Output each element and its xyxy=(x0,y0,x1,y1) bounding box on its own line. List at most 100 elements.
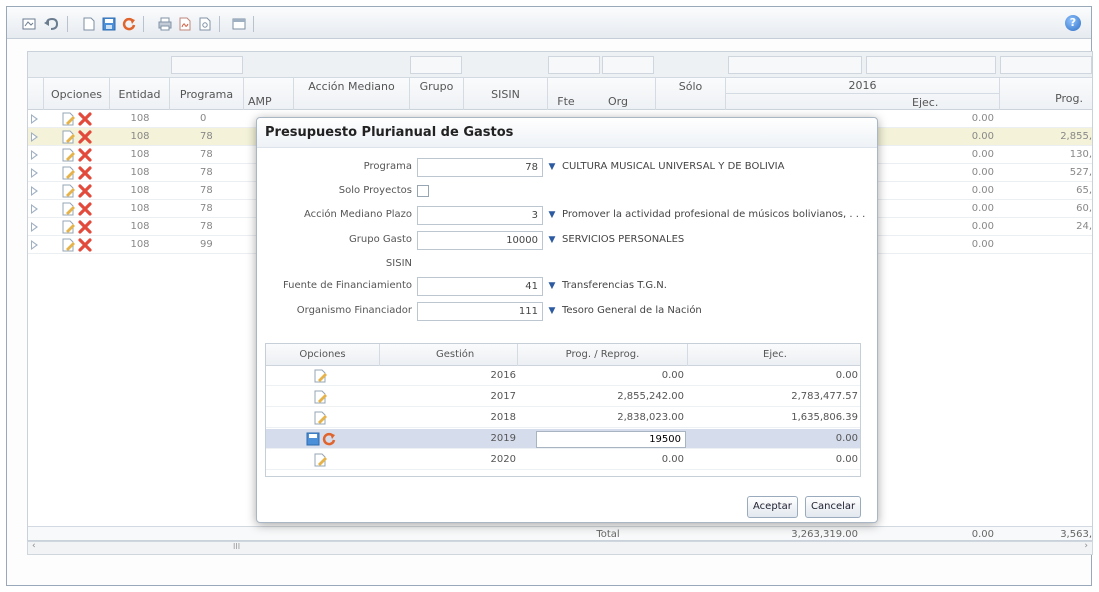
edit-icon[interactable] xyxy=(314,390,328,404)
accion-input[interactable] xyxy=(417,206,543,225)
header-gestion[interactable]: Gestión xyxy=(380,344,518,366)
edit-icon[interactable] xyxy=(62,130,76,144)
print-icon[interactable] xyxy=(157,16,173,31)
filter-2016[interactable] xyxy=(728,56,862,74)
header-prog-reprog[interactable]: Prog. / Reprog. xyxy=(518,344,688,366)
toolbar: ? xyxy=(7,7,1091,39)
header-amp[interactable]: AMP xyxy=(244,78,294,110)
header-accion[interactable]: Acción Mediano xyxy=(294,78,410,110)
filter-grupo[interactable] xyxy=(410,56,462,74)
edit-icon[interactable] xyxy=(314,453,328,467)
grupo-input[interactable] xyxy=(417,231,543,250)
table-row[interactable]: 2018 2,838,023.00 1,635,806.39 xyxy=(266,408,860,428)
row-expand-icon[interactable] xyxy=(31,222,38,232)
row-expand-icon[interactable] xyxy=(31,186,38,196)
cell-prog-reprog: 2,838,023.00 xyxy=(617,412,684,423)
filter-fte[interactable] xyxy=(548,56,600,74)
filter-org[interactable] xyxy=(602,56,654,74)
row-expand-icon[interactable] xyxy=(31,132,38,142)
edit-icon[interactable] xyxy=(314,369,328,383)
save-icon[interactable] xyxy=(101,16,117,31)
table-row[interactable]: 2020 0.00 0.00 xyxy=(266,450,860,470)
fuente-input[interactable] xyxy=(417,277,543,296)
filter-prog[interactable] xyxy=(1000,56,1092,74)
cell-entidad: 108 xyxy=(130,185,150,196)
refresh-icon[interactable] xyxy=(121,16,137,31)
preview-icon[interactable] xyxy=(197,16,213,31)
header-grupo[interactable]: Grupo xyxy=(410,78,464,110)
chevron-down-icon[interactable]: ▼ xyxy=(546,234,558,246)
save-icon[interactable] xyxy=(306,432,320,446)
solo-proyectos-checkbox[interactable] xyxy=(417,185,429,197)
delete-icon[interactable] xyxy=(78,130,92,144)
edit-icon[interactable] xyxy=(62,220,76,234)
prog-reprog-input[interactable] xyxy=(536,431,686,448)
row-expand-icon[interactable] xyxy=(31,114,38,124)
filter-programa[interactable] xyxy=(171,56,243,74)
edit-icon[interactable] xyxy=(62,202,76,216)
table-row[interactable]: 2017 2,855,242.00 2,783,477.57 xyxy=(266,387,860,407)
edit-icon[interactable] xyxy=(314,411,328,425)
row-expand-icon[interactable] xyxy=(31,150,38,160)
window-icon[interactable] xyxy=(231,16,247,31)
header-fte[interactable]: Fte xyxy=(548,78,584,110)
export-icon[interactable] xyxy=(21,16,37,31)
row-expand-icon[interactable] xyxy=(31,240,38,250)
delete-icon[interactable] xyxy=(78,238,92,252)
edit-icon[interactable] xyxy=(62,112,76,126)
chevron-down-icon[interactable]: ▼ xyxy=(546,161,558,173)
cell-ejec: 0.00 xyxy=(971,221,994,232)
header-programa[interactable]: Programa xyxy=(170,78,244,110)
help-icon[interactable]: ? xyxy=(1065,15,1081,31)
chevron-down-icon[interactable]: ▼ xyxy=(546,305,558,317)
scroll-right-icon[interactable]: › xyxy=(1084,541,1088,551)
edit-icon[interactable] xyxy=(62,184,76,198)
delete-icon[interactable] xyxy=(78,112,92,126)
delete-icon[interactable] xyxy=(78,220,92,234)
chevron-down-icon[interactable]: ▼ xyxy=(546,280,558,292)
horizontal-scrollbar[interactable]: ‹ III › xyxy=(27,541,1093,555)
field-organismo: Organismo Financiador ▼ Tesoro General d… xyxy=(257,302,877,322)
header-org[interactable]: Org xyxy=(584,78,656,110)
edit-icon[interactable] xyxy=(62,148,76,162)
cell-gestion: 2020 xyxy=(490,454,516,465)
delete-icon[interactable] xyxy=(78,184,92,198)
label-fuente: Fuente de Financiamiento xyxy=(282,280,412,291)
row-expand-icon[interactable] xyxy=(31,168,38,178)
cell-gestion: 2017 xyxy=(490,391,516,402)
delete-icon[interactable] xyxy=(78,202,92,216)
edit-icon[interactable] xyxy=(62,238,76,252)
chevron-down-icon[interactable]: ▼ xyxy=(546,209,558,221)
filter-ejec[interactable] xyxy=(866,56,996,74)
accept-button[interactable]: Aceptar xyxy=(747,496,798,518)
row-expand-icon[interactable] xyxy=(31,204,38,214)
header-prog[interactable]: Prog. xyxy=(1000,86,1092,110)
table-row[interactable]: 2019 0.00 xyxy=(266,429,860,449)
new-icon[interactable] xyxy=(81,16,97,31)
label-solo-proyectos: Solo Proyectos xyxy=(338,185,412,196)
programa-input[interactable] xyxy=(417,158,543,177)
header-ejec[interactable]: Ejec. xyxy=(862,94,1000,110)
refresh-icon[interactable] xyxy=(322,432,336,446)
cell-ejec: 0.00 xyxy=(971,113,994,124)
delete-icon[interactable] xyxy=(78,148,92,162)
pdf-icon[interactable] xyxy=(177,16,193,31)
header-solo[interactable]: Sólo xyxy=(656,78,726,110)
scroll-left-icon[interactable]: ‹ xyxy=(32,541,36,551)
cancel-button[interactable]: Cancelar xyxy=(805,496,862,518)
programa-description: CULTURA MUSICAL UNIVERSAL Y DE BOLIVIA xyxy=(562,161,785,172)
header-ejec[interactable]: Ejec. xyxy=(688,344,862,366)
cell-ejec: 0.00 xyxy=(971,131,994,142)
cell-gestion: 2016 xyxy=(490,370,516,381)
cell-entidad: 108 xyxy=(130,131,150,142)
cell-prog-reprog: 0.00 xyxy=(661,370,684,381)
organismo-input[interactable] xyxy=(417,302,543,321)
edit-icon[interactable] xyxy=(62,166,76,180)
table-row[interactable]: 2016 0.00 0.00 xyxy=(266,366,860,386)
header-entidad[interactable]: Entidad xyxy=(110,78,170,110)
cell-programa: 0 xyxy=(200,113,207,124)
undo-icon[interactable] xyxy=(43,16,59,31)
header-sisin[interactable]: SISIN xyxy=(464,78,548,110)
scroll-thumb-grip[interactable]: III xyxy=(233,542,240,551)
delete-icon[interactable] xyxy=(78,166,92,180)
